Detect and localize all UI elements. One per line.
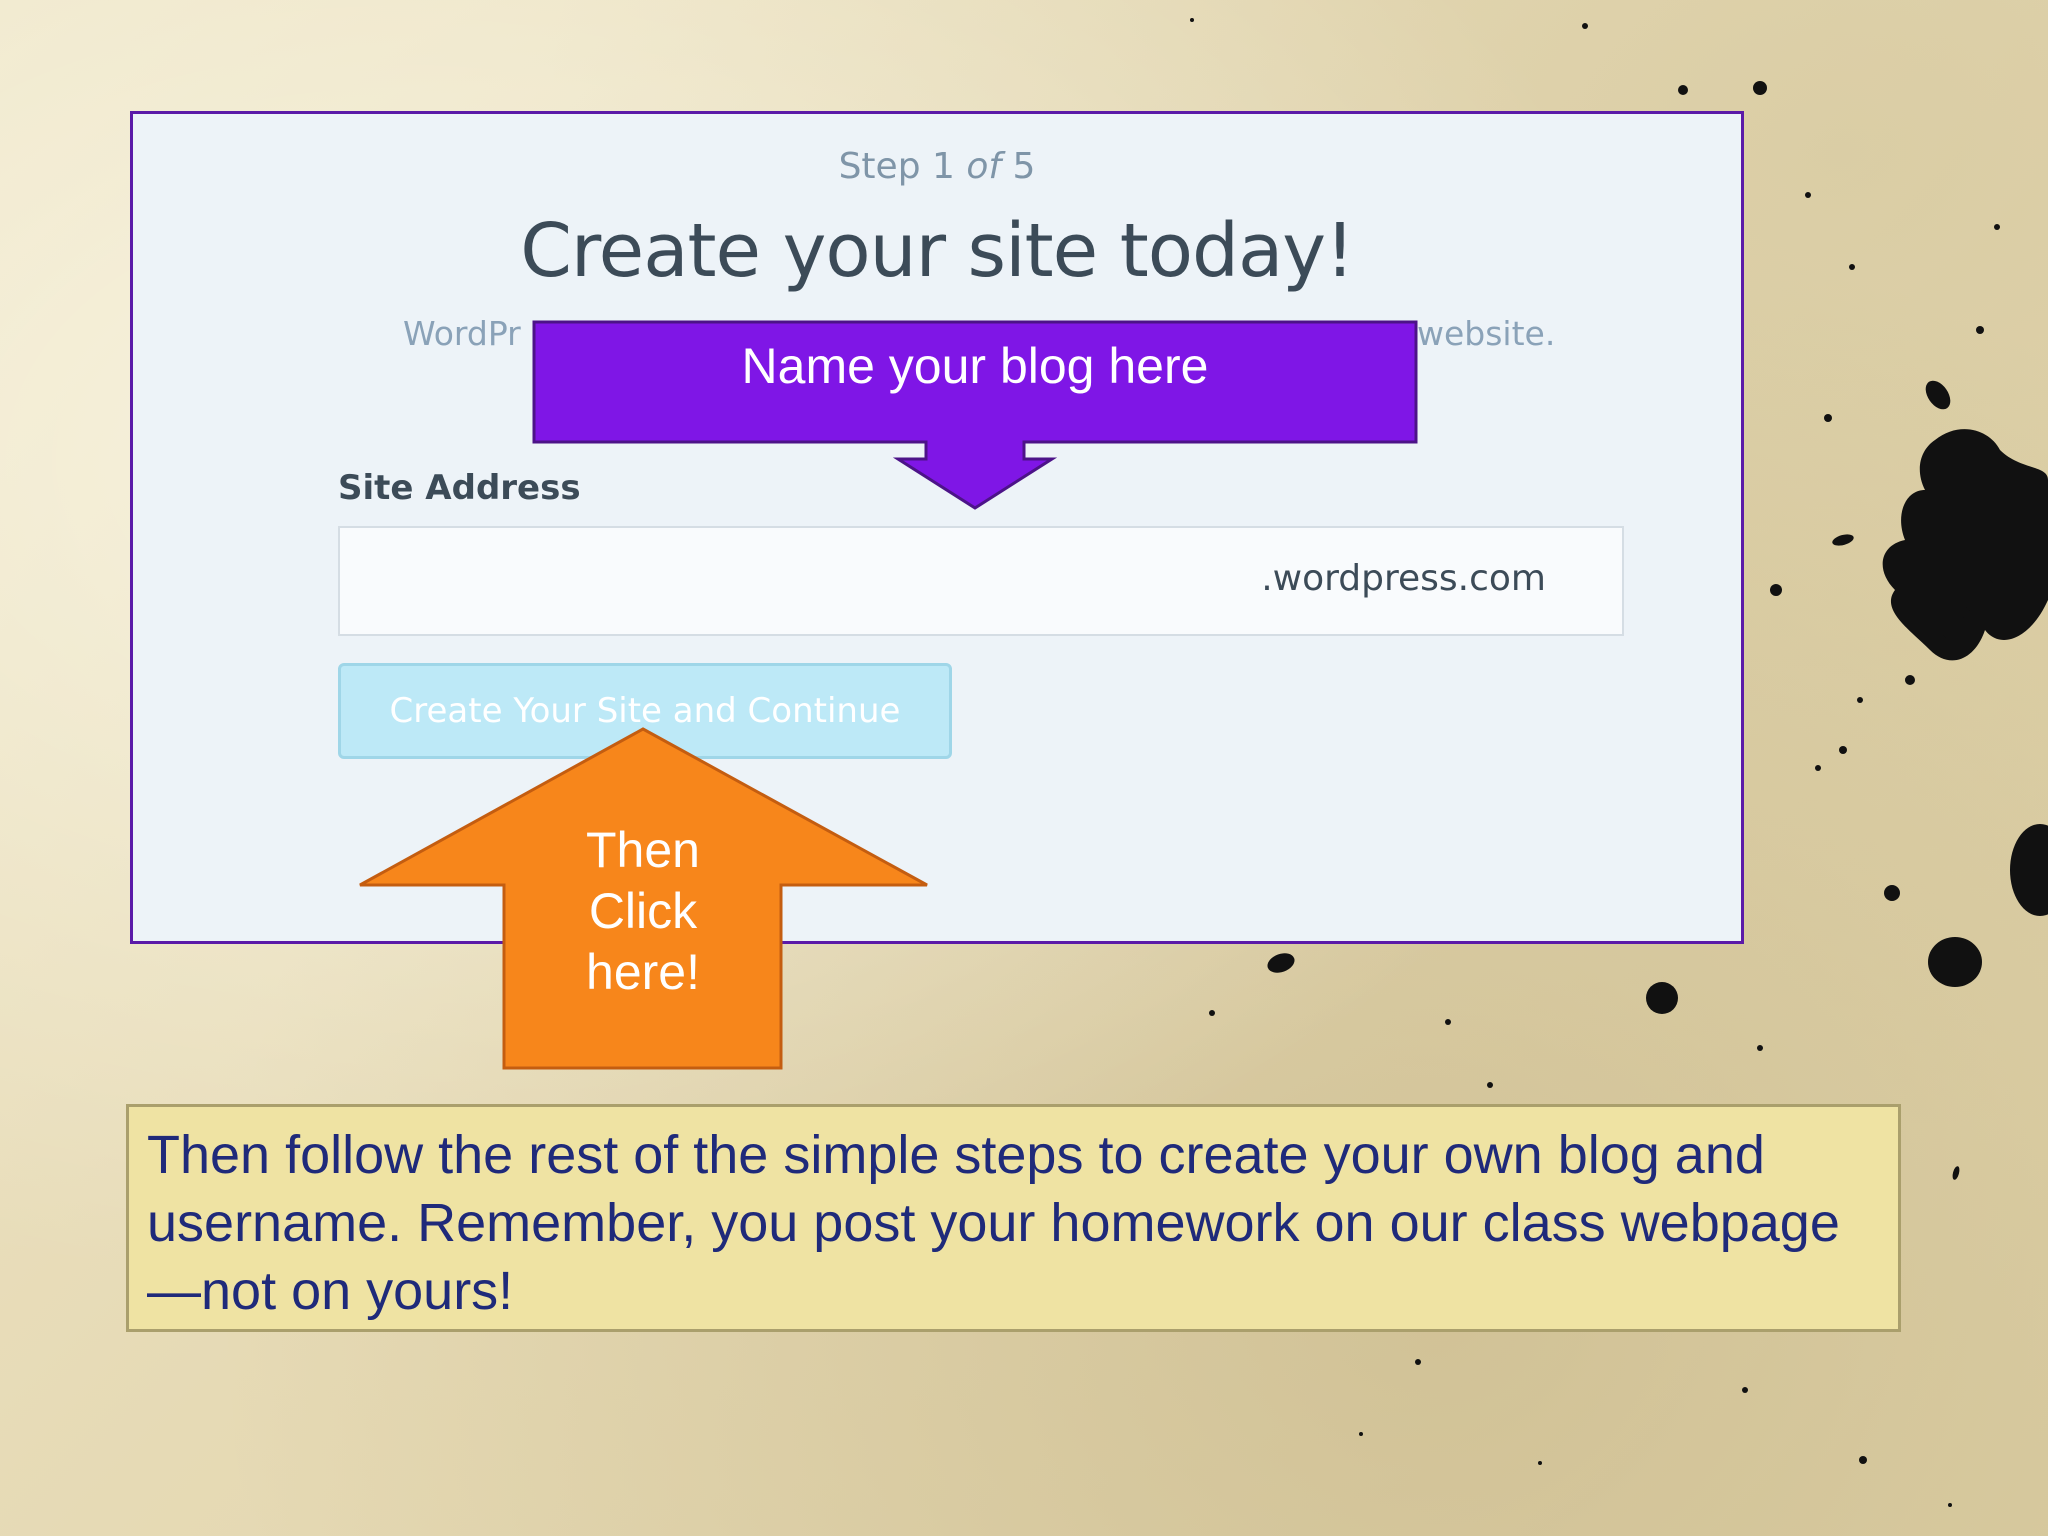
instruction-note-text: Then follow the rest of the simple steps… (147, 1125, 1840, 1321)
subtitle-right-fragment: website. (1417, 314, 1556, 353)
click-here-callout-text: Then Click here! (503, 820, 783, 1003)
click-line-1: Then (586, 822, 700, 878)
address-domain-suffix: .wordpress.com (1261, 558, 1546, 599)
page-title: Create your site today! (520, 208, 1355, 294)
instruction-note: Then follow the rest of the simple steps… (126, 1104, 1901, 1332)
step-indicator: Step 1 of 5 (133, 146, 1741, 187)
step-prefix: Step 1 (838, 146, 967, 187)
step-total: 5 (1001, 146, 1036, 187)
click-line-2: Click (588, 883, 698, 939)
name-blog-callout-text: Name your blog here (741, 338, 1209, 394)
click-line-3: here! (586, 944, 700, 1000)
step-of: of (966, 146, 1002, 187)
subtitle-left-fragment: WordPr (403, 314, 521, 353)
site-address-input[interactable]: .wordpress.com (338, 526, 1624, 636)
